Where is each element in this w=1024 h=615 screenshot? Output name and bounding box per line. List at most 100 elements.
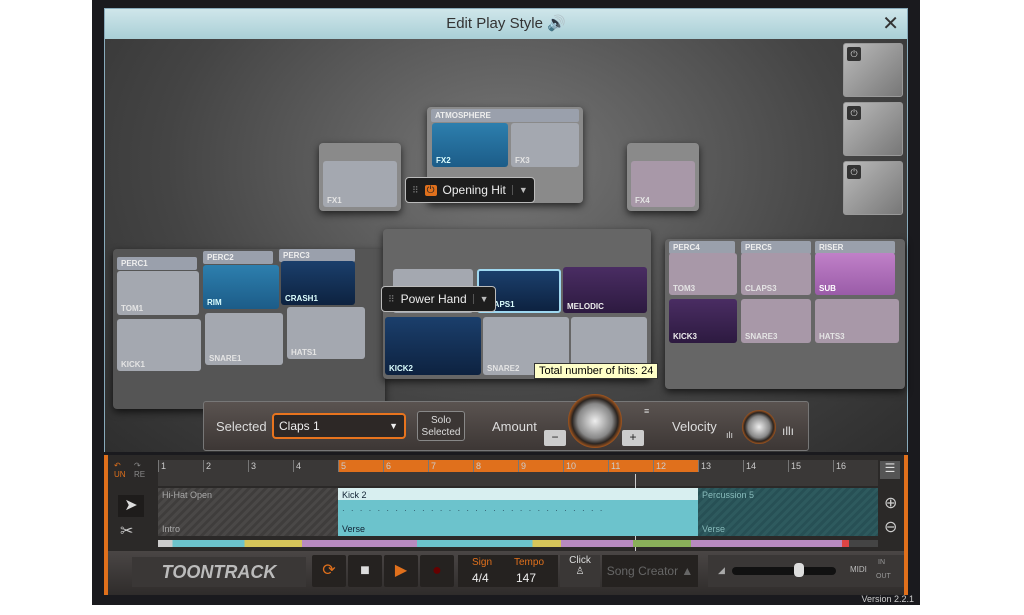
fx1-unit: FX1 [319, 143, 401, 211]
loop-button[interactable]: ⟳ [312, 555, 346, 587]
bar-number[interactable]: 8 [473, 460, 481, 472]
bar-number[interactable]: 15 [788, 460, 801, 472]
popup-label: Power Hand [400, 292, 467, 306]
pad-crash1[interactable]: CRASH1 [281, 261, 355, 305]
drag-handle-icon[interactable]: ⠿ [412, 185, 419, 196]
bar-number[interactable]: 3 [248, 460, 256, 472]
pad-tom3[interactable]: TOM3 [669, 253, 737, 295]
undo-button[interactable]: ↶ UN [114, 461, 126, 479]
drag-handle-icon[interactable]: ⠿ [388, 294, 395, 305]
control-bar: Selected Claps 1 ▼ Solo Selected Amount −… [203, 394, 809, 451]
close-icon[interactable]: ✕ [882, 9, 899, 39]
velocity-label: Velocity [672, 419, 717, 434]
pad-rim[interactable]: RIM [203, 265, 279, 309]
fx4-unit: FX4 [627, 143, 699, 211]
opening-hit-popup[interactable]: ⠿ ⏻ Opening Hit ▼ [405, 177, 535, 203]
play-button[interactable]: ▶ [384, 555, 418, 587]
clip-kick-2[interactable]: Kick 2 · · · · · · · · · · · · · · · · · … [338, 488, 698, 536]
volume-slider-handle[interactable] [794, 563, 804, 577]
zoom-out-icon[interactable]: ⊖ [884, 517, 897, 537]
scissors-icon[interactable]: ✂ [120, 521, 133, 541]
menu-icon[interactable]: ☰ [880, 461, 900, 479]
thumbnail-shaker[interactable]: ⏻ [843, 102, 903, 156]
sign-value[interactable]: 4/4 [472, 571, 489, 585]
pad-fx1[interactable]: FX1 [323, 161, 397, 207]
midi-in-indicator: IN [878, 559, 885, 566]
pointer-tool-icon[interactable]: ➤ [118, 495, 144, 517]
chevron-down-icon[interactable]: ▼ [511, 185, 528, 195]
amount-knob[interactable] [568, 394, 622, 448]
clip-percussion-5[interactable]: Percussion 5 Verse [698, 488, 878, 536]
power-icon[interactable]: ⏻ [847, 47, 861, 61]
velocity-knob[interactable] [742, 410, 776, 444]
amount-plus-button[interactable]: + [622, 430, 644, 446]
volume-slider[interactable] [732, 567, 836, 575]
bar-number[interactable]: 2 [203, 460, 211, 472]
bar-number[interactable]: 11 [608, 460, 620, 472]
pad-claps3[interactable]: CLAPS3 [741, 253, 811, 295]
hits-tooltip: Total number of hits: 24 [534, 363, 659, 379]
velocity-low-icon: ılı [726, 430, 734, 440]
bar-number[interactable]: 12 [653, 460, 666, 472]
pad-kick1[interactable]: KICK1 [117, 319, 201, 371]
dialog-title: Edit Play Style [446, 15, 543, 32]
pad-melodic[interactable]: MELODIC [563, 267, 647, 313]
bar-number[interactable]: 16 [833, 460, 846, 472]
atmosphere-label: ATMOSPHERE [431, 109, 579, 122]
menu-icon[interactable]: ≡ [644, 406, 649, 416]
pad-fx3[interactable]: FX3 [511, 123, 579, 167]
label-perc1: PERC1 [117, 257, 197, 270]
velocity-high-icon: ıllı [782, 424, 794, 438]
edit-play-style-dialog: Edit Play Style 🔊 ✕ ⏻ ⏻ ⏻ ATMOSPHERE FX2… [104, 8, 908, 452]
thumbnail-hand-hit[interactable]: ⏻ [843, 43, 903, 97]
redo-button[interactable]: ↷ RE [134, 461, 145, 479]
power-icon[interactable]: ⏻ [847, 106, 861, 120]
chevron-down-icon[interactable]: ▼ [472, 294, 489, 304]
pad-hats3[interactable]: HATS3 [815, 299, 899, 343]
selected-dropdown[interactable]: Claps 1 ▼ [272, 413, 406, 439]
tempo-value[interactable]: 147 [516, 571, 536, 585]
pad-tom1[interactable]: TOM1 [117, 271, 199, 315]
power-icon[interactable]: ⏻ [847, 165, 861, 179]
pad-kick2[interactable]: KICK2 [385, 317, 481, 375]
bar-number[interactable]: 13 [698, 460, 711, 472]
volume-icon: ◢ [718, 565, 725, 575]
song-panel: ↶ UN ↷ RE ➤ ✂ 1 2 3 4 5 6 7 8 9 10 11 12 13 14 15 16 Hi-H… [104, 455, 908, 595]
right-kit: PERC4 PERC5 RISER TOM3 CLAPS3 SUB KICK3 … [665, 239, 905, 389]
title-bar: Edit Play Style 🔊 ✕ [105, 9, 907, 39]
bar-number[interactable]: 1 [158, 460, 166, 472]
chevron-down-icon: ▼ [389, 421, 398, 431]
transport-bar: TOONTRACK ⟳ ■ ▶ ● Sign Tempo 4/4 147 Cli… [108, 551, 904, 595]
thumbnail-tambourine[interactable]: ⏻ [843, 161, 903, 215]
bar-number[interactable]: 9 [518, 460, 526, 472]
zoom-in-icon[interactable]: ⊕ [884, 493, 897, 513]
power-icon[interactable]: ⏻ [424, 184, 437, 196]
record-button[interactable]: ● [420, 555, 454, 587]
pad-hats1[interactable]: HATS1 [287, 307, 365, 359]
speaker-icon[interactable]: 🔊 [547, 15, 566, 32]
pad-kick3[interactable]: KICK3 [669, 299, 737, 343]
stop-button[interactable]: ■ [348, 555, 382, 587]
bar-number[interactable]: 6 [383, 460, 391, 472]
power-hand-popup[interactable]: ⠿ Power Hand ▼ [381, 286, 496, 312]
song-creator-button[interactable]: Song Creator ▲ [602, 555, 698, 587]
bar-number[interactable]: 5 [338, 460, 346, 472]
drum-stage: ⏻ ⏻ ⏻ ATMOSPHERE FX2 FX3 FX1 FX4 ⠿ ⏻ Ope… [105, 39, 907, 452]
clip-hi-hat-open[interactable]: Hi-Hat Open Intro [158, 488, 338, 536]
pad-sub[interactable]: SUB [815, 253, 895, 295]
song-overview[interactable] [158, 540, 878, 547]
pad-snare3[interactable]: SNARE3 [741, 299, 811, 343]
solo-selected-button[interactable]: Solo Selected [417, 411, 465, 441]
bar-number[interactable]: 4 [293, 460, 301, 472]
click-button[interactable]: Click ♙ [560, 555, 600, 587]
left-kit: PERC1 PERC2 PERC3 TOM1 RIM CRASH1 KICK1 … [113, 249, 385, 409]
pad-fx2[interactable]: FX2 [432, 123, 508, 167]
bar-number[interactable]: 10 [563, 460, 576, 472]
pad-fx4[interactable]: FX4 [631, 161, 695, 207]
amount-minus-button[interactable]: − [544, 430, 566, 446]
timeline-ruler[interactable]: 1 2 3 4 5 6 7 8 9 10 11 12 13 14 15 16 [158, 460, 878, 564]
bar-number[interactable]: 7 [428, 460, 436, 472]
pad-snare1[interactable]: SNARE1 [205, 313, 283, 365]
bar-number[interactable]: 14 [743, 460, 756, 472]
amount-label: Amount [492, 419, 537, 434]
